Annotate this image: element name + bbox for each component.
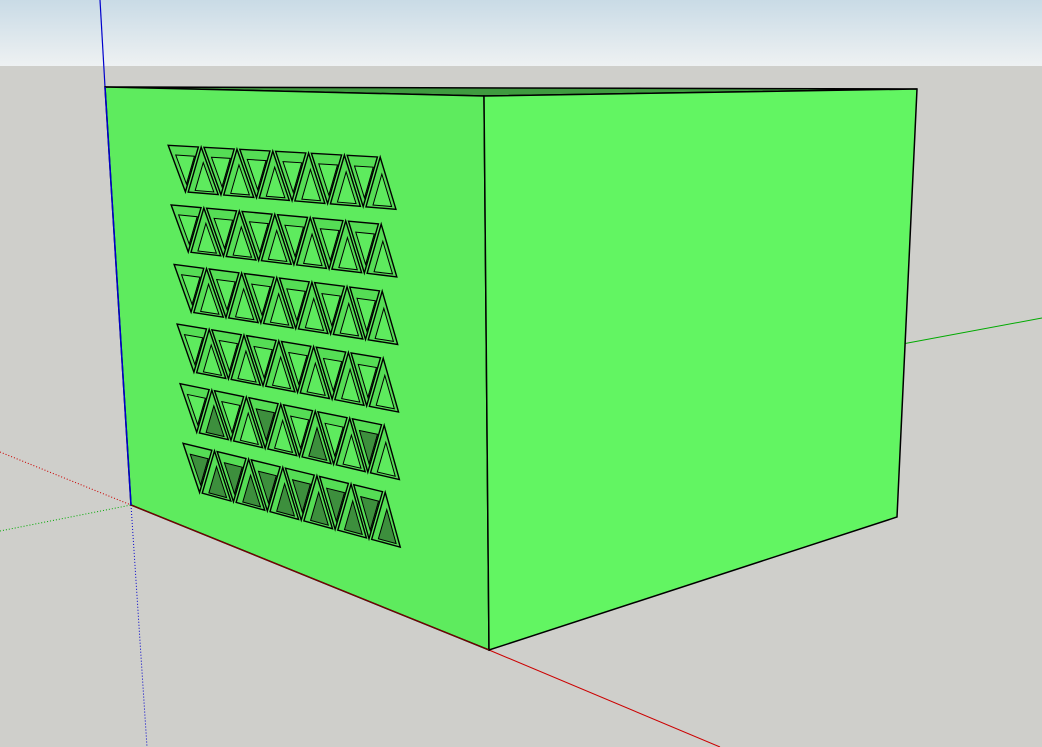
3d-viewport[interactable] xyxy=(0,0,1042,747)
sky xyxy=(0,0,1042,66)
